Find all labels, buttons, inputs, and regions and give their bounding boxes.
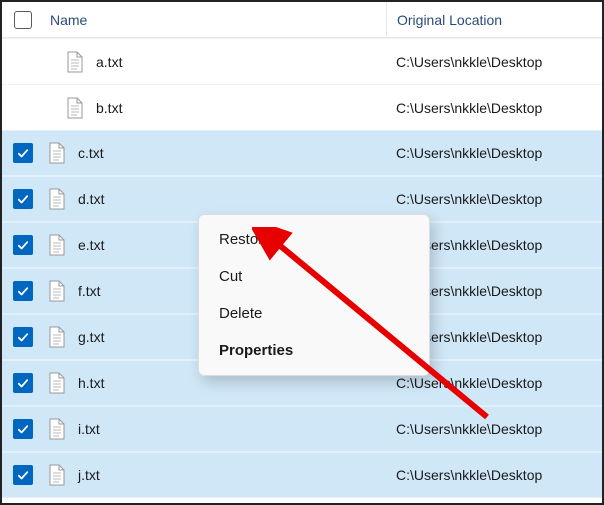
row-checkbox-cell <box>2 189 44 209</box>
file-icon <box>66 97 84 119</box>
file-location: C:\Users\nkkle\Desktop <box>386 191 602 207</box>
row-checkbox[interactable] <box>13 189 33 209</box>
file-name-cell: b.txt <box>44 97 386 119</box>
column-header-name[interactable]: Name <box>44 12 386 28</box>
file-name: b.txt <box>96 100 122 116</box>
file-name-cell: j.txt <box>44 464 386 486</box>
file-location: C:\Users\nkkle\Desktop <box>386 54 602 70</box>
row-checkbox[interactable] <box>13 373 33 393</box>
row-checkbox-cell <box>2 419 44 439</box>
file-icon <box>48 234 66 256</box>
file-icon <box>48 142 66 164</box>
row-checkbox-cell <box>2 373 44 393</box>
file-location: C:\Users\nkkle\Desktop <box>386 467 602 483</box>
file-location: C:\Users\nkkle\Desktop <box>386 421 602 437</box>
file-icon <box>48 326 66 348</box>
file-location: C:\Users\nkkle\Desktop <box>386 100 602 116</box>
row-checkbox-cell <box>2 143 44 163</box>
file-location: C:\Users\nkkle\Desktop <box>386 145 602 161</box>
context-menu-restore[interactable]: Restore <box>199 221 429 258</box>
select-all-checkbox[interactable] <box>14 11 32 29</box>
row-checkbox[interactable] <box>13 281 33 301</box>
context-menu-properties[interactable]: Properties <box>199 332 429 369</box>
file-name: f.txt <box>78 283 101 299</box>
file-name: e.txt <box>78 237 104 253</box>
file-name-cell: c.txt <box>44 142 386 164</box>
table-header: Name Original Location <box>2 2 602 38</box>
file-name-cell: i.txt <box>44 418 386 440</box>
row-checkbox[interactable] <box>13 327 33 347</box>
row-checkbox-cell <box>2 327 44 347</box>
context-menu-cut[interactable]: Cut <box>199 258 429 295</box>
file-name: h.txt <box>78 375 104 391</box>
header-checkbox-cell <box>2 11 44 29</box>
file-name: d.txt <box>78 191 104 207</box>
table-row[interactable]: j.txt C:\Users\nkkle\Desktop <box>2 452 602 498</box>
file-icon <box>48 280 66 302</box>
table-row[interactable]: a.txt C:\Users\nkkle\Desktop <box>2 38 602 84</box>
file-icon <box>48 372 66 394</box>
row-checkbox[interactable] <box>13 465 33 485</box>
row-checkbox-cell <box>2 281 44 301</box>
file-icon <box>48 418 66 440</box>
file-icon <box>66 51 84 73</box>
file-icon <box>48 188 66 210</box>
table-row[interactable]: c.txt C:\Users\nkkle\Desktop <box>2 130 602 176</box>
table-row[interactable]: i.txt C:\Users\nkkle\Desktop <box>2 406 602 452</box>
file-name: i.txt <box>78 421 100 437</box>
row-checkbox[interactable] <box>13 235 33 255</box>
file-name: g.txt <box>78 329 104 345</box>
column-header-location[interactable]: Original Location <box>386 2 602 37</box>
row-checkbox-cell <box>2 465 44 485</box>
file-name: a.txt <box>96 54 122 70</box>
table-row[interactable]: b.txt C:\Users\nkkle\Desktop <box>2 84 602 130</box>
context-menu-delete[interactable]: Delete <box>199 295 429 332</box>
row-checkbox[interactable] <box>13 419 33 439</box>
file-name-cell: d.txt <box>44 188 386 210</box>
file-name: j.txt <box>78 467 100 483</box>
file-location: C:\Users\nkkle\Desktop <box>386 375 602 391</box>
row-checkbox-cell <box>2 235 44 255</box>
file-name-cell: a.txt <box>44 51 386 73</box>
context-menu: Restore Cut Delete Properties <box>198 214 430 376</box>
file-icon <box>48 464 66 486</box>
row-checkbox[interactable] <box>13 143 33 163</box>
file-name: c.txt <box>78 145 104 161</box>
